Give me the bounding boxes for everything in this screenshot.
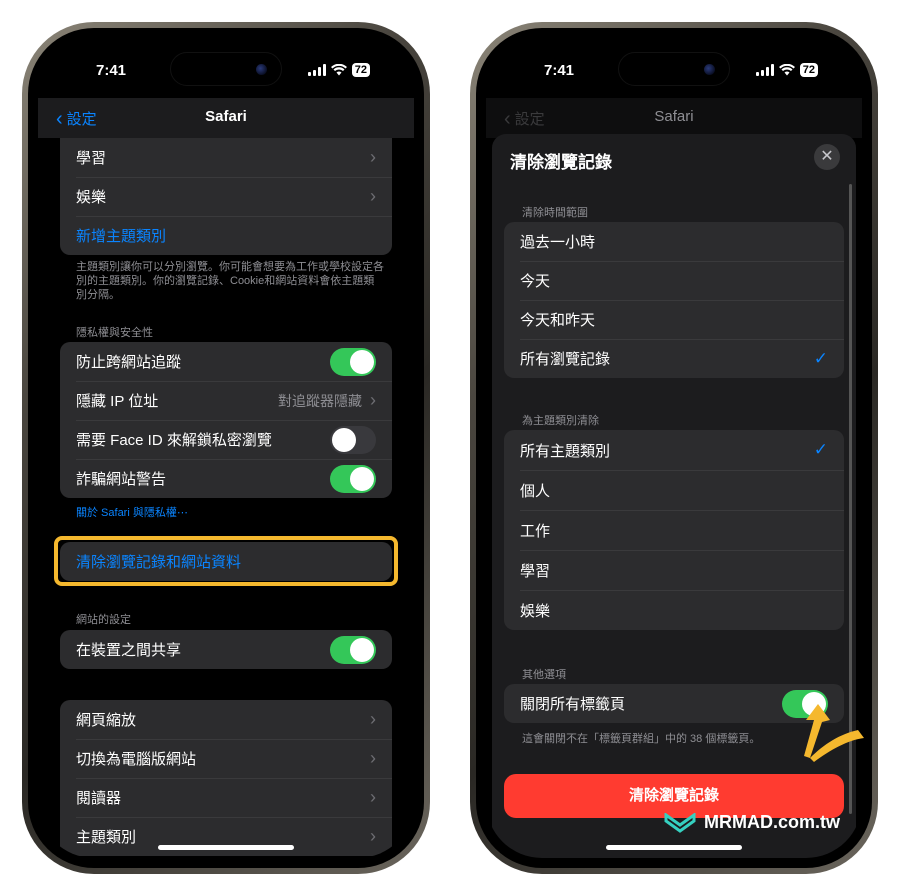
- range-option[interactable]: 所有瀏覽記錄 ✓: [504, 339, 844, 378]
- list-item[interactable]: 娛樂 ›: [60, 177, 392, 216]
- brand-name: MRMAD.com.tw: [704, 812, 840, 832]
- other-group: 關閉所有標籤頁: [504, 684, 844, 723]
- range-header: 清除時間範圍: [522, 207, 588, 219]
- pointer-arrow: [804, 704, 864, 762]
- nav-bar: ‹ 設定 Safari: [38, 98, 414, 138]
- signal-icon: [307, 64, 326, 76]
- profile-option[interactable]: 所有主題類別 ✓: [504, 430, 844, 470]
- close-tabs-footer: 這會關閉不在「標籤頁群組」中的 38 個標籤頁。: [522, 733, 761, 745]
- profile-option[interactable]: 學習: [504, 550, 844, 590]
- fraud-warning-toggle[interactable]: [330, 464, 376, 493]
- wifi-icon: [778, 64, 795, 76]
- range-group: 過去一小時 今天 今天和昨天 所有瀏覽記錄 ✓: [504, 222, 844, 378]
- signal-icon: [755, 64, 774, 76]
- chevron-right-icon: ›: [370, 826, 376, 846]
- privacy-header: 隱私權與安全性: [76, 327, 153, 339]
- faceid-row: 需要 Face ID 來解鎖私密瀏覽: [60, 420, 392, 459]
- profile-group: 所有主題類別 ✓ 個人 工作 學習 娛樂: [504, 430, 844, 630]
- hide-ip-row[interactable]: 隱藏 IP 位址 對追蹤器隱藏 ›: [60, 381, 392, 420]
- share-toggle[interactable]: [330, 635, 376, 664]
- left-screen: 7:41 72 ‹ 設定 Safari 學習 › 娛樂 › 新增主題類別 主題類…: [38, 38, 414, 858]
- page-title: Safari: [654, 108, 694, 125]
- chevron-right-icon: ›: [370, 390, 376, 410]
- profiles-footer: 主題類別讓你可以分別瀏覽。你可能會想要為工作或學校設定各別的主題類別。你的瀏覽記…: [76, 261, 384, 301]
- page-title: Safari: [205, 108, 247, 125]
- home-indicator[interactable]: [606, 845, 742, 850]
- home-indicator[interactable]: [158, 845, 294, 850]
- profile-option[interactable]: 個人: [504, 470, 844, 510]
- other-header: 其他選項: [522, 669, 566, 681]
- status-time: 7:41: [544, 62, 575, 79]
- profile-option[interactable]: 工作: [504, 510, 844, 550]
- checkmark-icon: ✓: [813, 440, 828, 459]
- brand-logo: MRMAD.com.tw: [664, 812, 840, 833]
- range-option[interactable]: 過去一小時: [504, 222, 844, 261]
- list-item[interactable]: 主題類別 ›: [60, 817, 392, 856]
- battery-icon: 72: [351, 63, 370, 77]
- status-bar: 7:41 72: [486, 60, 862, 82]
- chevron-right-icon: ›: [370, 709, 376, 729]
- share-across-devices-row: 在裝置之間共享: [60, 630, 392, 669]
- cross-site-tracking-toggle[interactable]: [330, 347, 376, 376]
- left-phone: 7:41 72 ‹ 設定 Safari 學習 › 娛樂 › 新增主題類別 主題類…: [22, 22, 430, 874]
- wifi-icon: [330, 64, 347, 76]
- status-bar: 7:41 72: [38, 60, 414, 82]
- faceid-toggle[interactable]: [330, 425, 376, 454]
- nav-bar: ‹ 設定 Safari: [486, 98, 862, 138]
- website-group: 在裝置之間共享: [60, 630, 392, 669]
- brand-logo-icon: [664, 812, 696, 833]
- list-item[interactable]: 學習 ›: [60, 138, 392, 177]
- close-button[interactable]: ✕: [814, 144, 840, 170]
- chevron-right-icon: ›: [370, 147, 376, 167]
- chevron-right-icon: ›: [370, 186, 376, 206]
- range-option[interactable]: 今天和昨天: [504, 300, 844, 339]
- close-icon: ✕: [820, 148, 834, 165]
- privacy-group: 防止跨網站追蹤 隱藏 IP 位址 對追蹤器隱藏 › 需要 Face ID 來解鎖私密…: [60, 342, 392, 498]
- list-item[interactable]: 切換為電腦版網站 ›: [60, 739, 392, 778]
- privacy-link[interactable]: 關於 Safari 與隱私權⋯: [76, 506, 384, 520]
- battery-icon: 72: [799, 63, 818, 77]
- list-item[interactable]: 網頁縮放 ›: [60, 700, 392, 739]
- bottom-group: 網頁縮放 › 切換為電腦版網站 › 閱讀器 › 主題類別 ›: [60, 700, 392, 856]
- close-tabs-row: 關閉所有標籤頁: [504, 684, 844, 723]
- add-profile-button[interactable]: 新增主題類別: [60, 216, 392, 255]
- cross-site-tracking-row: 防止跨網站追蹤: [60, 342, 392, 381]
- highlight-box: [54, 536, 398, 586]
- list-item[interactable]: 閱讀器 ›: [60, 778, 392, 817]
- website-header: 網站的設定: [76, 614, 131, 626]
- profile-option[interactable]: 娛樂: [504, 590, 844, 630]
- chevron-right-icon: ›: [370, 748, 376, 768]
- fraud-warning-row: 詐騙網站警告: [60, 459, 392, 498]
- status-time: 7:41: [96, 62, 127, 79]
- range-option[interactable]: 今天: [504, 261, 844, 300]
- profile-header: 為主題類別清除: [522, 415, 599, 427]
- chevron-right-icon: ›: [370, 787, 376, 807]
- sheet-title: 清除瀏覽記錄: [510, 153, 612, 172]
- checkmark-icon: ✓: [813, 348, 828, 368]
- profiles-group: 學習 › 娛樂 › 新增主題類別: [60, 138, 392, 255]
